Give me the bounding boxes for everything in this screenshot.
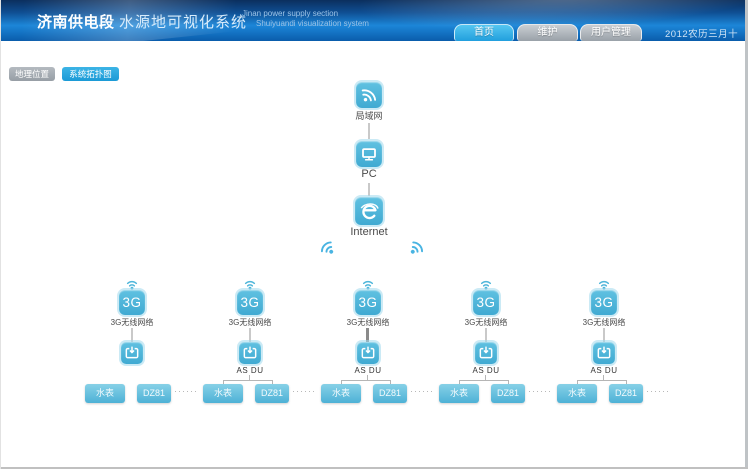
data-collector-icon xyxy=(360,345,376,361)
more-devices-ellipsis: ······ xyxy=(646,386,670,396)
pc-monitor-icon xyxy=(360,145,378,163)
internet-explorer-icon xyxy=(359,201,380,222)
network-3g-node[interactable]: 3G xyxy=(355,290,381,315)
data-collector-icon xyxy=(478,345,494,361)
network-label: 3G无线网络 xyxy=(73,317,191,328)
network-3g-node[interactable]: 3G xyxy=(237,290,263,315)
network-label: 3G无线网络 xyxy=(309,317,427,328)
asdu-device-node[interactable] xyxy=(357,342,379,364)
wifi-signal-icon xyxy=(242,279,258,290)
branch-column: 3G 3G无线网络 AS DU 水表 DZ81 ······ xyxy=(427,279,545,414)
uplink-line xyxy=(485,328,487,343)
branch-column: 3G 3G无线网络 AS DU 水表 DZ81 ······ xyxy=(545,279,663,414)
app-title: 济南供电段 水源地可视化系统 xyxy=(37,11,247,32)
child-link-line xyxy=(577,380,627,381)
pc-internet-link xyxy=(368,183,370,196)
wifi-signal-icon xyxy=(596,279,612,290)
tab-maintenance[interactable]: 维护 xyxy=(517,24,578,41)
app-subtitle-line2: Shuiyuandi visualization system xyxy=(242,19,369,29)
asdu-device-node[interactable] xyxy=(121,342,143,364)
dz81-button[interactable]: DZ81 xyxy=(609,384,643,403)
network-3g-node[interactable]: 3G xyxy=(591,290,617,315)
lan-wifi-icon xyxy=(359,85,379,105)
wifi-signal-icon xyxy=(478,279,494,290)
branch-column: 3G 3G无线网络 AS DU 水表 DZ81 ······ xyxy=(191,279,309,414)
device-label: AS DU xyxy=(191,366,309,375)
water-meter-button[interactable]: 水表 xyxy=(557,384,597,403)
device-label: AS DU xyxy=(309,366,427,375)
lan-pc-link xyxy=(368,123,370,139)
dz81-button[interactable]: DZ81 xyxy=(373,384,407,403)
app-header: 济南供电段 水源地可视化系统 Jinan power supply sectio… xyxy=(1,0,746,41)
asdu-device-node[interactable] xyxy=(593,342,615,364)
wireless-broadcast-right-icon xyxy=(403,234,431,262)
water-meter-button[interactable]: 水表 xyxy=(321,384,361,403)
app-window: 济南供电段 水源地可视化系统 Jinan power supply sectio… xyxy=(0,0,748,469)
pc-node-label: PC xyxy=(329,168,409,180)
wifi-signal-icon xyxy=(360,279,376,290)
internet-node-label: Internet xyxy=(329,226,409,238)
app-subtitle: Jinan power supply section Shuiyuandi vi… xyxy=(242,9,369,29)
asdu-device-node[interactable] xyxy=(239,342,261,364)
branch-column: 3G 3G无线网络 AS DU 水表 DZ81 ······ xyxy=(309,279,427,414)
uplink-line xyxy=(366,328,369,343)
geo-location-button[interactable]: 地理位置 xyxy=(9,67,55,81)
water-meter-button[interactable]: 水表 xyxy=(439,384,479,403)
child-link-line xyxy=(341,380,391,381)
tab-home[interactable]: 首页 xyxy=(454,24,514,41)
child-link-line xyxy=(223,380,273,381)
tab-user-management[interactable]: 用户管理 xyxy=(580,24,642,41)
lan-node-label: 局域网 xyxy=(329,109,409,122)
water-meter-button[interactable]: 水表 xyxy=(203,384,243,403)
network-label: 3G无线网络 xyxy=(545,317,663,328)
lan-node[interactable] xyxy=(356,82,382,108)
app-subtitle-line1: Jinan power supply section xyxy=(242,9,369,19)
network-label: 3G无线网络 xyxy=(191,317,309,328)
wifi-signal-icon xyxy=(124,279,140,290)
system-topology-button[interactable]: 系统拓扑图 xyxy=(62,67,119,81)
dz81-button[interactable]: DZ81 xyxy=(255,384,289,403)
app-title-org: 济南供电段 xyxy=(37,14,115,31)
device-label: AS DU xyxy=(545,366,663,375)
device-label: AS DU xyxy=(427,366,545,375)
app-title-system: 水源地可视化系统 xyxy=(119,14,247,31)
internet-node[interactable] xyxy=(355,197,383,225)
dz81-button[interactable]: DZ81 xyxy=(137,384,171,403)
data-collector-icon xyxy=(242,345,258,361)
network-3g-node[interactable]: 3G xyxy=(473,290,499,315)
pc-node[interactable] xyxy=(356,141,382,167)
network-label: 3G无线网络 xyxy=(427,317,545,328)
lunar-date: 2012农历三月十五 xyxy=(665,26,746,41)
asdu-device-node[interactable] xyxy=(475,342,497,364)
child-link-line xyxy=(459,380,509,381)
water-meter-button[interactable]: 水表 xyxy=(85,384,125,403)
uplink-line xyxy=(249,328,251,343)
uplink-line xyxy=(131,328,133,343)
network-3g-node[interactable]: 3G xyxy=(119,290,145,315)
uplink-line xyxy=(603,328,605,343)
dz81-button[interactable]: DZ81 xyxy=(491,384,525,403)
wireless-broadcast-left-icon xyxy=(314,234,342,262)
data-collector-icon xyxy=(596,345,612,361)
data-collector-icon xyxy=(124,345,140,361)
branch-column: 3G 3G无线网络 AS DU 水表 DZ81 ······ xyxy=(73,279,191,414)
